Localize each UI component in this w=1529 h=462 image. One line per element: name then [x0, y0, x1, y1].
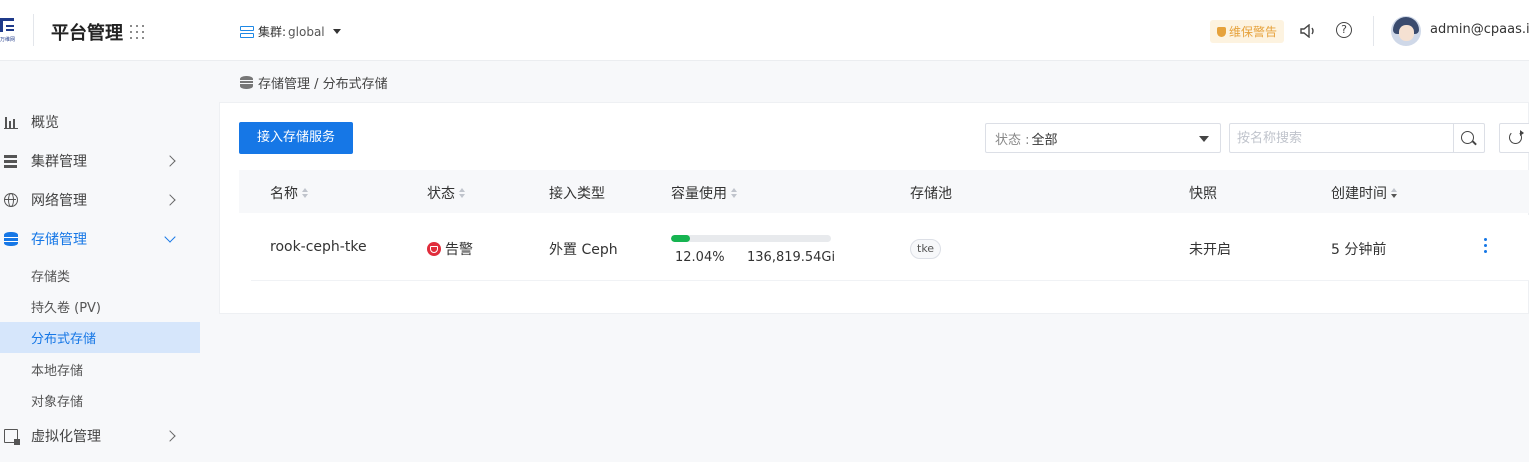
refresh-icon — [1509, 130, 1524, 144]
cell-type: 外置 Ceph — [549, 242, 618, 258]
add-storage-service-button[interactable]: 接入存储服务 — [239, 122, 353, 154]
column-header-label: 创建时间 — [1331, 186, 1387, 202]
chevron-down-icon — [332, 29, 341, 34]
column-header-snapshot: 快照 — [1189, 183, 1217, 203]
warning-badge-label: 维保警告 — [1229, 25, 1278, 39]
chevron-down-icon — [164, 231, 176, 243]
column-header-label: 容量使用 — [671, 186, 727, 202]
breadcrumb: 存储管理 / 分布式存储 — [240, 73, 388, 92]
column-header-label: 接入类型 — [549, 186, 605, 202]
sidebar-item-label: 存储管理 — [31, 232, 87, 248]
sidebar-subitem-local-storage[interactable]: 本地存储 — [0, 354, 200, 385]
cluster-value: global — [288, 24, 325, 39]
header-divider — [1373, 16, 1374, 46]
sort-icon[interactable] — [459, 188, 465, 198]
server-icon — [4, 154, 18, 168]
search-icon[interactable] — [1461, 131, 1474, 144]
cell-status: 告警 — [427, 239, 473, 259]
status-text: 告警 — [445, 242, 473, 258]
cluster-switcher[interactable]: 集群: global — [240, 23, 341, 40]
sidebar-item-overview[interactable]: 概览 — [0, 103, 200, 141]
company-logo[interactable]: 万维网 — [0, 18, 18, 44]
database-icon — [240, 76, 253, 89]
sidebar-subitem-label: 持久卷 (PV) — [31, 301, 102, 316]
sidebar-item-storage[interactable]: 存储管理 — [0, 220, 200, 258]
capacity-progress-bar — [671, 235, 831, 242]
platform-title: 平台管理 — [51, 23, 123, 44]
column-header-status[interactable]: 状态 — [427, 183, 465, 203]
sidebar-subitem-label: 存储类 — [31, 270, 71, 285]
sidebar-item-label: 网络管理 — [31, 193, 87, 209]
search-divider — [1453, 124, 1454, 152]
sidebar-subitem-object-storage[interactable]: 对象存储 — [0, 385, 200, 416]
cluster-icon — [240, 25, 254, 38]
logo-divider — [33, 14, 34, 46]
column-header-pool: 存储池 — [910, 183, 952, 203]
globe-icon — [4, 193, 18, 207]
chevron-right-icon — [164, 194, 176, 206]
breadcrumb-text[interactable]: 存储管理 / 分布式存储 — [258, 73, 388, 92]
column-header-label: 状态 — [427, 186, 455, 202]
chevron-right-icon — [164, 430, 176, 442]
database-icon — [4, 232, 18, 246]
refresh-button[interactable] — [1499, 123, 1529, 153]
sidebar-item-cluster[interactable]: 集群管理 — [0, 142, 200, 180]
sidebar-subitem-label: 本地存储 — [31, 364, 84, 379]
chevron-right-icon — [164, 155, 176, 167]
search-box — [1229, 123, 1485, 153]
sidebar-subitem-pv[interactable]: 持久卷 (PV) — [0, 291, 200, 322]
sort-icon[interactable] — [1391, 188, 1397, 198]
sort-icon[interactable] — [731, 188, 737, 198]
sidebar-item-label: 集群管理 — [31, 154, 87, 170]
app-grid-icon[interactable] — [130, 25, 144, 39]
sidebar-subitem-storage-class[interactable]: 存储类 — [0, 260, 200, 291]
caret-down-icon — [1199, 136, 1209, 142]
cluster-label: 集群: — [258, 25, 287, 39]
vm-icon — [4, 429, 20, 445]
column-header-created[interactable]: 创建时间 — [1331, 183, 1397, 203]
sidebar-item-virtualization[interactable]: 虚拟化管理 — [0, 417, 200, 455]
more-actions-icon[interactable] — [1484, 238, 1488, 256]
sidebar-item-label: 虚拟化管理 — [31, 429, 101, 445]
cell-snapshot: 未开启 — [1189, 242, 1231, 258]
sidebar-subitem-label: 分布式存储 — [31, 332, 97, 347]
capacity-total: 136,819.54Gi — [747, 250, 836, 265]
status-filter-label: 状态 : — [995, 132, 1030, 148]
status-filter-value: 全部 — [1031, 132, 1058, 148]
cell-created: 5 分钟前 — [1331, 242, 1387, 258]
username[interactable]: admin@cpaas.io — [1430, 22, 1529, 37]
sidebar-subitem-distributed-storage[interactable]: 分布式存储 — [0, 322, 200, 353]
column-header-label: 快照 — [1189, 186, 1217, 202]
cell-name[interactable]: rook-ceph-tke — [270, 239, 367, 255]
usage-percent: 12.04% — [675, 250, 725, 265]
column-header-type: 接入类型 — [549, 183, 605, 203]
bar-chart-icon — [4, 115, 18, 129]
logo-text: 万维网 — [0, 37, 16, 43]
capacity-progress-fill — [671, 235, 691, 242]
pool-tag: tke — [910, 239, 942, 259]
status-filter-select[interactable]: 状态 : 全部 — [985, 123, 1221, 153]
shield-icon — [1217, 26, 1226, 37]
maintenance-warning-badge[interactable]: 维保警告 — [1210, 20, 1285, 43]
column-header-name[interactable]: 名称 — [270, 183, 308, 203]
sort-icon[interactable] — [302, 188, 308, 198]
top-header: 万维网 平台管理 集群: global 维保警告 ? admin@cpaas.i… — [0, 0, 1529, 61]
avatar[interactable] — [1391, 16, 1421, 46]
announcement-icon[interactable] — [1300, 24, 1316, 38]
sidebar-item-label: 概览 — [31, 115, 59, 131]
column-header-label: 名称 — [270, 186, 298, 202]
search-input[interactable] — [1230, 124, 1452, 152]
sidebar-item-network[interactable]: 网络管理 — [0, 181, 200, 219]
alert-icon — [427, 242, 441, 256]
column-header-label: 存储池 — [910, 186, 952, 202]
help-icon[interactable]: ? — [1336, 22, 1352, 38]
column-header-usage[interactable]: 容量使用 — [671, 183, 737, 203]
sidebar-subitem-label: 对象存储 — [31, 395, 84, 410]
